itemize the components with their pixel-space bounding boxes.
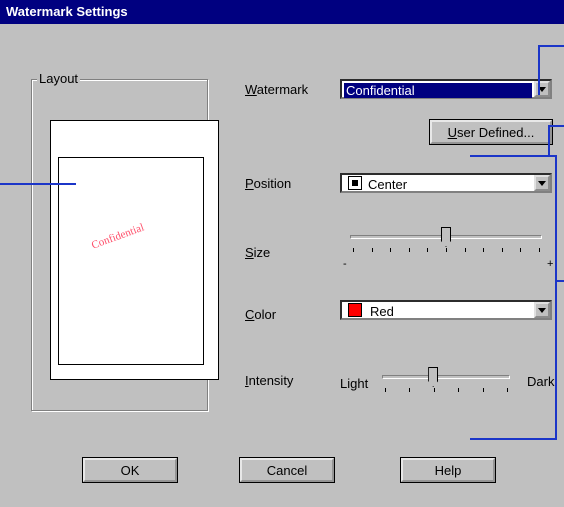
callout-line xyxy=(538,45,564,47)
intensity-light-label: Light xyxy=(340,376,369,391)
help-button[interactable]: Help xyxy=(400,457,496,483)
chevron-down-icon[interactable] xyxy=(534,81,550,97)
slider-tick xyxy=(483,248,485,252)
title-bar: Watermark Settings xyxy=(0,0,564,24)
callout-line xyxy=(555,155,557,440)
position-label: Position xyxy=(245,176,292,191)
color-dropdown[interactable]: Red xyxy=(340,300,552,320)
position-selected-value: Center xyxy=(368,177,408,192)
layout-printable-area xyxy=(58,157,204,365)
slider-tick xyxy=(501,248,503,252)
window-title: Watermark Settings xyxy=(6,4,128,19)
color-swatch xyxy=(348,303,362,317)
size-min-mark: - xyxy=(343,258,347,270)
slider-tick xyxy=(446,248,447,252)
callout-line xyxy=(0,183,76,185)
callout-line xyxy=(548,125,550,155)
callout-line xyxy=(538,45,540,95)
user-defined-button[interactable]: User Defined... xyxy=(429,119,553,145)
ok-button[interactable]: OK xyxy=(82,457,178,483)
slider-tick xyxy=(458,388,460,392)
size-label: Size xyxy=(245,245,271,260)
color-selected-value: Red xyxy=(370,304,394,319)
slider-tick xyxy=(427,248,429,252)
center-position-icon xyxy=(348,176,362,190)
watermark-dropdown[interactable]: Confidential xyxy=(340,79,552,99)
slider-tick xyxy=(464,248,466,252)
slider-tick xyxy=(507,388,508,392)
slider-tick xyxy=(371,248,373,252)
size-max-mark: + xyxy=(547,258,554,270)
callout-line xyxy=(470,155,556,157)
intensity-dark-label: Dark xyxy=(527,374,555,389)
callout-line xyxy=(555,280,564,282)
intensity-slider-track[interactable] xyxy=(382,375,510,379)
chevron-down-icon[interactable] xyxy=(534,175,550,191)
watermark-label: Watermark xyxy=(245,82,309,97)
intensity-label: Intensity xyxy=(245,373,294,388)
cancel-button[interactable]: Cancel xyxy=(239,457,335,483)
slider-tick xyxy=(482,388,484,392)
slider-tick xyxy=(539,248,540,252)
slider-tick xyxy=(520,248,522,252)
slider-tick xyxy=(409,388,411,392)
watermark-settings-dialog: Watermark Settings Layout Confidential W… xyxy=(0,0,564,507)
size-slider-thumb[interactable] xyxy=(441,227,451,247)
slider-tick xyxy=(385,388,386,392)
callout-line xyxy=(548,125,564,127)
watermark-selected-value: Confidential xyxy=(344,83,532,98)
slider-tick xyxy=(433,388,435,392)
layout-group-label: Layout xyxy=(37,71,81,86)
slider-tick xyxy=(408,248,410,252)
intensity-slider-thumb[interactable] xyxy=(428,367,439,387)
callout-line xyxy=(470,438,557,440)
slider-tick xyxy=(390,248,392,252)
position-dropdown[interactable]: Center xyxy=(340,173,552,193)
color-label: Color xyxy=(245,307,277,322)
slider-tick xyxy=(353,248,354,252)
chevron-down-icon[interactable] xyxy=(534,302,550,318)
